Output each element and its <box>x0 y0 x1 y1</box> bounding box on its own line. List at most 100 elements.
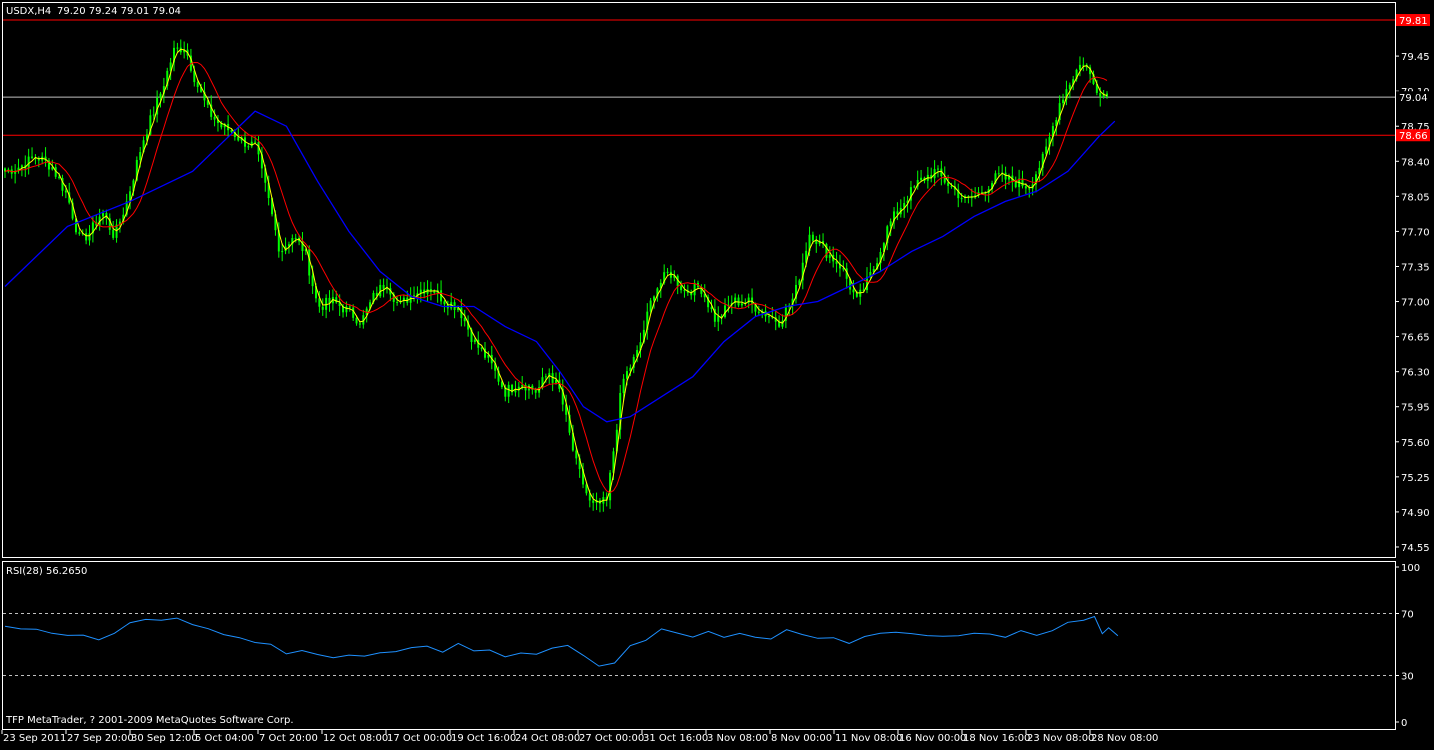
candle-body <box>311 275 314 287</box>
candle-body <box>920 177 923 181</box>
candle-body <box>767 316 770 318</box>
candle-body <box>31 156 34 158</box>
horizontal-levels[interactable]: 79.81 78.66 79.04 <box>3 14 1430 142</box>
candle-body <box>1082 64 1085 66</box>
price-tick-label: 75.25 <box>1401 473 1430 484</box>
candle-body <box>345 306 348 313</box>
horizontal-level-label: 78.66 <box>1399 131 1428 142</box>
rsi-series <box>3 613 1395 676</box>
candle-body <box>58 176 61 179</box>
candle-body <box>473 339 476 343</box>
candle-body <box>480 347 483 349</box>
candle-body <box>717 316 720 322</box>
rsi-tick-label: 30 <box>1401 672 1414 683</box>
candle-body <box>913 186 916 188</box>
candle-body <box>355 317 358 324</box>
price-tick-label: 75.95 <box>1401 403 1430 414</box>
candle-body <box>852 289 855 293</box>
bid-label: 79.04 <box>1399 93 1428 104</box>
candle-body <box>625 371 628 379</box>
price-tick-label: 77.70 <box>1401 227 1430 238</box>
candle-body <box>889 221 892 227</box>
candle-body <box>321 306 324 310</box>
chart-canvas[interactable]: 79.4579.1078.7578.4078.0577.7077.3577.00… <box>0 0 1434 745</box>
price-tick-label: 76.30 <box>1401 368 1430 379</box>
time-tick-label: 23 Sep 2011 <box>3 733 66 744</box>
candle-body <box>507 384 510 397</box>
candle-body <box>680 286 683 291</box>
rsi-tick-label: 70 <box>1401 610 1414 621</box>
price-tick-label: 76.65 <box>1401 333 1430 344</box>
candle-body <box>64 190 67 193</box>
candle-body <box>152 114 155 116</box>
rsi-line <box>4 615 1119 667</box>
chart-header-ohlc: 79.20 79.24 79.01 79.04 <box>57 6 181 17</box>
candle-body <box>196 82 199 87</box>
candle-body <box>828 255 831 258</box>
time-tick-label: 3 Nov 08:00 <box>707 733 768 744</box>
price-tick-label: 78.40 <box>1401 157 1430 168</box>
candle-body <box>936 168 939 170</box>
candle-body <box>463 318 466 322</box>
candle-body <box>281 251 284 253</box>
ma-mid-line <box>4 61 1108 493</box>
price-panel-frame <box>2 2 1396 558</box>
candle-body <box>896 211 899 215</box>
time-tick-label: 27 Sep 20:00 <box>67 733 134 744</box>
candle-body <box>237 137 240 141</box>
candle-body <box>997 173 1000 175</box>
time-tick-label: 23 Nov 08:00 <box>1027 733 1094 744</box>
candle-body <box>230 130 233 132</box>
candle-body <box>348 306 351 308</box>
candle-body <box>254 141 257 143</box>
candle-body <box>622 378 625 393</box>
chart-window: 79.4579.1078.7578.4078.0577.7077.3577.00… <box>0 0 1434 745</box>
candle-body <box>1004 172 1007 180</box>
candle-body <box>534 389 537 393</box>
candle-body <box>592 500 595 503</box>
candle-body <box>815 240 818 244</box>
candle-body <box>325 297 328 310</box>
candle-body <box>358 323 361 325</box>
time-tick-label: 8 Nov 00:00 <box>771 733 832 744</box>
candle-body <box>649 300 652 312</box>
candle-body <box>396 301 399 303</box>
candle-body <box>666 271 669 273</box>
price-tick-label: 77.35 <box>1401 262 1430 273</box>
time-tick-label: 7 Oct 20:00 <box>259 733 318 744</box>
candle-body <box>1062 99 1065 104</box>
rsi-tick-label: 100 <box>1401 563 1420 574</box>
candle-body <box>693 282 696 296</box>
price-tick-label: 79.45 <box>1401 52 1430 63</box>
candle-body <box>1078 64 1081 70</box>
candle-body <box>653 296 656 301</box>
ma-fast-line <box>4 48 1108 503</box>
rsi-tick-label: 0 <box>1401 718 1407 729</box>
candle-body <box>575 450 578 459</box>
time-tick-label: 11 Nov 08:00 <box>835 733 902 744</box>
candle-body <box>139 152 142 160</box>
price-tick-label: 75.60 <box>1401 438 1430 449</box>
candle-body <box>382 284 385 289</box>
candle-body <box>757 311 760 313</box>
candle-body <box>514 390 517 393</box>
time-tick-label: 17 Oct 00:00 <box>387 733 452 744</box>
time-tick-label: 16 Nov 00:00 <box>899 733 966 744</box>
candle-body <box>751 297 754 304</box>
moving-average-lines <box>4 48 1116 503</box>
candle-body <box>443 301 446 305</box>
candle-body <box>811 234 814 241</box>
horizontal-level-label: 79.81 <box>1399 16 1428 27</box>
candle-body <box>1024 186 1027 189</box>
candle-body <box>947 182 950 186</box>
time-tick-label: 18 Nov 16:00 <box>963 733 1030 744</box>
candle-body <box>1099 92 1102 97</box>
time-tick-label: 5 Oct 04:00 <box>195 733 254 744</box>
chart-header-symbol: USDX,H4 <box>6 6 51 17</box>
candle-body <box>724 305 727 317</box>
time-tick-label: 27 Oct 00:00 <box>579 733 644 744</box>
candle-body <box>20 165 23 168</box>
candle-body <box>960 198 963 200</box>
candle-body <box>159 93 162 98</box>
time-tick-label: 31 Oct 16:00 <box>643 733 708 744</box>
